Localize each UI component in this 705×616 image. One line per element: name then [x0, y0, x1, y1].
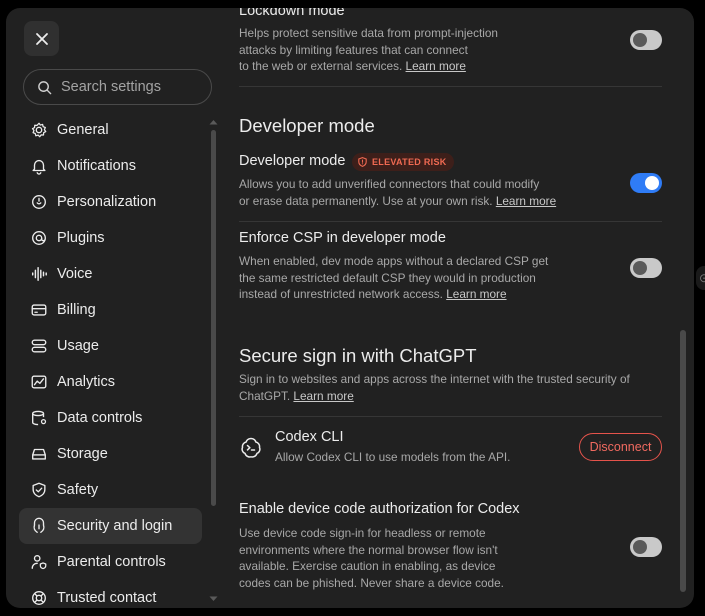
enforce-csp-description: When enabled, dev mode apps without a de…	[239, 254, 549, 301]
sidebar-item-analytics[interactable]: Analytics	[19, 364, 202, 400]
sidebar-item-storage[interactable]: Storage	[19, 436, 202, 472]
divider	[239, 416, 662, 417]
bell-icon	[32, 159, 46, 175]
sidebar-item-safety[interactable]: Safety	[19, 472, 202, 508]
sidebar-item-billing[interactable]: Billing	[19, 292, 202, 328]
sidebar-item-label: Billing	[57, 302, 96, 318]
sidebar-item-label: Notifications	[57, 158, 136, 174]
sidebar-scroll-down-icon[interactable]	[209, 596, 218, 602]
developer-mode-description: Allows you to add unverified connectors …	[239, 177, 557, 208]
sidebar-item-voice[interactable]: Voice	[19, 256, 202, 292]
lockdown-learn-more-link[interactable]: Learn more	[406, 59, 466, 73]
developer-section-title: Developer mode	[239, 115, 375, 136]
sidebar-item-label: Personalization	[57, 194, 157, 210]
developer-mode-title: Developer mode	[239, 153, 346, 169]
sidebar-item-data-controls[interactable]: Data controls	[19, 400, 202, 436]
disconnect-button[interactable]: Disconnect	[579, 433, 662, 461]
enforce-csp-title: Enforce CSP in developer mode	[239, 230, 446, 246]
secure-signin-description: Sign in to websites and apps across the …	[239, 372, 630, 403]
security-icon	[33, 517, 45, 533]
developer-mode-learn-more-link[interactable]: Learn more	[496, 194, 556, 208]
warning-shield-icon	[358, 157, 367, 167]
sidebar-scrollbar[interactable]	[211, 130, 216, 506]
secure-signin-learn-more-link[interactable]: Learn more	[293, 389, 353, 403]
lifebuoy-icon	[32, 591, 46, 605]
developer-mode-toggle[interactable]	[630, 173, 662, 193]
lockdown-title: Lockdown mode	[239, 8, 345, 19]
lockdown-description: Helps protect sensitive data from prompt…	[239, 26, 498, 73]
divider	[239, 86, 662, 87]
sidebar-item-label: Data controls	[57, 410, 143, 426]
content-scrollbar[interactable]	[680, 330, 686, 592]
sidebar-item-label: Safety	[57, 482, 99, 498]
sidebar-item-label: Security and login	[57, 518, 173, 534]
data-controls-icon	[32, 410, 47, 426]
storage-icon	[32, 448, 46, 460]
divider	[239, 221, 662, 222]
sidebar-item-security-and-login[interactable]: Security and login	[19, 508, 202, 544]
sidebar-item-general[interactable]: General	[19, 112, 202, 148]
elevated-risk-badge: ELEVATED RISK	[352, 153, 454, 171]
close-icon	[35, 32, 48, 45]
lockdown-toggle[interactable]	[630, 30, 662, 50]
settings-modal: General Notifications Personalization Pl…	[6, 8, 694, 608]
sidebar-item-plugins[interactable]: Plugins	[19, 220, 202, 256]
sidebar-item-label: General	[57, 122, 109, 138]
sidebar-item-label: Plugins	[57, 230, 105, 246]
close-button[interactable]	[24, 21, 59, 56]
analytics-icon	[31, 375, 47, 389]
sidebar-item-label: Parental controls	[57, 554, 166, 570]
sidebar-item-label: Analytics	[57, 374, 116, 390]
sidebar-item-personalization[interactable]: Personalization	[19, 184, 202, 220]
sidebar-item-usage[interactable]: Usage	[19, 328, 202, 364]
secure-signin-title: Secure sign in with ChatGPT	[239, 345, 477, 366]
settings-content: Lockdown mode Helps protect sensitive da…	[239, 8, 662, 608]
codex-cli-description: Allow Codex CLI to use models from the A…	[275, 450, 511, 464]
gear-icon	[31, 122, 47, 138]
search-input[interactable]	[61, 79, 201, 95]
usage-icon	[31, 339, 47, 353]
device-code-title: Enable device code authorization for Cod…	[239, 501, 520, 517]
shield-icon	[32, 482, 46, 498]
sidebar-item-notifications[interactable]: Notifications	[19, 148, 202, 184]
search-icon	[38, 80, 52, 94]
codex-cli-icon	[241, 437, 261, 458]
enforce-csp-toggle[interactable]	[630, 258, 662, 278]
sidebar-scroll-up-icon[interactable]	[209, 119, 218, 125]
sidebar-item-label: Voice	[57, 266, 93, 282]
enforce-csp-learn-more-link[interactable]: Learn more	[446, 287, 506, 301]
device-code-toggle[interactable]	[630, 537, 662, 557]
sidebar-item-parental-controls[interactable]: Parental controls	[19, 544, 202, 580]
edge-handle-icon: ⊙	[696, 266, 705, 290]
sidebar-nav: General Notifications Personalization Pl…	[19, 112, 202, 608]
search-box[interactable]	[23, 69, 212, 105]
personalization-icon	[32, 195, 46, 209]
billing-icon	[31, 304, 47, 316]
plugins-icon	[32, 231, 46, 245]
voice-icon	[31, 266, 47, 282]
sidebar-item-label: Storage	[57, 446, 108, 462]
parental-icon	[31, 555, 47, 570]
sidebar-item-label: Trusted contact	[57, 590, 157, 606]
sidebar-item-trusted-contact[interactable]: Trusted contact	[19, 580, 202, 608]
codex-cli-title: Codex CLI	[275, 429, 344, 445]
sidebar-item-label: Usage	[57, 338, 99, 354]
device-code-description: Use device code sign-in for headless or …	[239, 526, 504, 590]
